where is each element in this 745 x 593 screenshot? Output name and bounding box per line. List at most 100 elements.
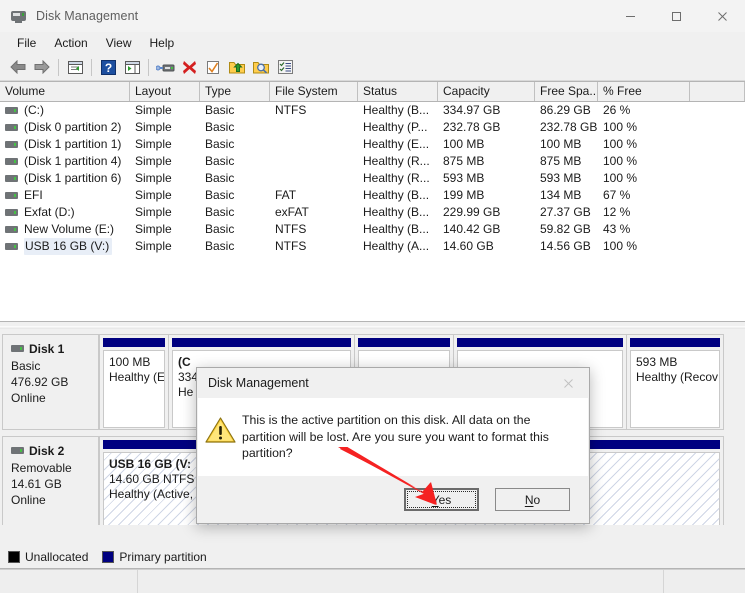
column-header-capacity[interactable]: Capacity	[438, 82, 535, 101]
no-button[interactable]: No	[495, 488, 570, 511]
drive-icon	[5, 140, 18, 149]
partition-detail: 100 MB Healthy (E	[103, 350, 165, 428]
menu-help[interactable]: Help	[141, 34, 184, 52]
new-folder-icon[interactable]	[225, 56, 249, 78]
rescan-disks-icon[interactable]	[153, 56, 177, 78]
dialog-message: This is the active partition on this dis…	[242, 413, 549, 460]
cell-blank	[690, 238, 745, 255]
cell-free: 232.78 GB	[540, 120, 598, 134]
cell-layout: Simple	[135, 188, 172, 202]
menu-view[interactable]: View	[97, 34, 141, 52]
cell-layout: Simple	[135, 154, 172, 168]
column-header-file-system[interactable]: File System	[270, 82, 358, 101]
drive-icon	[5, 225, 18, 234]
table-row[interactable]: (C:) Simple Basic NTFS Healthy (B... 334.97 G…	[0, 102, 745, 119]
table-row[interactable]: (Disk 1 partition 4) Simple Basic Healthy (…	[0, 153, 745, 170]
cell-blank	[690, 102, 745, 119]
back-icon[interactable]	[6, 56, 30, 78]
cell-fs	[270, 136, 358, 153]
svg-text:?: ?	[104, 61, 111, 75]
disk-info-panel[interactable]: Disk 2 Removable 14.61 GB Online	[2, 436, 99, 532]
column-header-layout[interactable]: Layout	[130, 82, 200, 101]
menu-file[interactable]: File	[8, 34, 45, 52]
disk-icon	[11, 447, 24, 455]
status-segment	[137, 570, 664, 593]
maximize-icon[interactable]	[653, 0, 699, 32]
cell-free: 593 MB	[540, 171, 582, 185]
table-row[interactable]: New Volume (E:) Simple Basic NTFS Healthy (B…	[0, 221, 745, 238]
menu-action[interactable]: Action	[45, 34, 96, 52]
cell-type: Basic	[205, 205, 235, 219]
window-controls	[607, 0, 745, 32]
show-hide-console-tree-icon[interactable]	[63, 56, 87, 78]
cell-pct: 12 %	[603, 205, 631, 219]
show-hide-action-pane-icon[interactable]	[120, 56, 144, 78]
cell-layout: Simple	[135, 222, 172, 236]
volume-name: (Disk 0 partition 2)	[24, 120, 122, 134]
list-view-icon[interactable]	[273, 56, 297, 78]
volume-name: (Disk 1 partition 6)	[24, 171, 122, 185]
column-header-free[interactable]: % Free	[598, 82, 690, 101]
cell-blank	[690, 204, 745, 221]
table-row[interactable]: USB 16 GB (V:) Simple Basic NTFS Healthy (A.…	[0, 238, 745, 255]
cell-fs	[270, 119, 358, 136]
cell-pct: 100 %	[603, 137, 638, 151]
toolbar: ?	[0, 54, 745, 81]
legend-swatch	[102, 551, 115, 563]
table-row[interactable]: (Disk 1 partition 1) Simple Basic Healthy (…	[0, 136, 745, 153]
column-header-type[interactable]: Type	[200, 82, 270, 101]
cell-free: 875 MB	[540, 154, 582, 168]
column-header-blank[interactable]	[690, 82, 745, 101]
minimize-icon[interactable]	[607, 0, 653, 32]
status-segment	[0, 570, 138, 593]
column-header-status[interactable]: Status	[358, 82, 438, 101]
partition-status: He	[178, 385, 194, 399]
close-icon[interactable]	[699, 0, 745, 32]
close-icon[interactable]	[547, 368, 589, 398]
table-row[interactable]: (Disk 0 partition 2) Simple Basic Healthy (…	[0, 119, 745, 136]
cell-type: Basic	[205, 171, 235, 185]
dialog-body: This is the active partition on this dis…	[198, 398, 588, 476]
partition-block[interactable]: 100 MB Healthy (E	[99, 334, 169, 430]
partition-detail: 593 MB Healthy (Recov	[630, 350, 720, 428]
table-row[interactable]: (Disk 1 partition 6) Simple Basic Healthy (…	[0, 170, 745, 187]
cell-layout: Simple	[135, 103, 172, 117]
legend-swatch	[8, 551, 20, 563]
cell-status: Healthy (E...	[363, 137, 430, 151]
format-confirmation-dialog: Disk Management This is the active parti…	[196, 367, 590, 524]
title-bar: Disk Management	[0, 0, 745, 32]
cell-capacity: 229.99 GB	[443, 205, 501, 219]
cell-blank	[690, 187, 745, 204]
column-header-volume[interactable]: Volume	[0, 82, 130, 101]
column-header-free-spa[interactable]: Free Spa...	[535, 82, 598, 101]
disk-pane-hscroll[interactable]	[0, 525, 745, 541]
cell-pct: 100 %	[603, 239, 638, 253]
table-row[interactable]: Exfat (D:) Simple Basic exFAT Healthy (B... 2…	[0, 204, 745, 221]
cell-blank	[690, 221, 745, 238]
disk-size: 476.92 GB	[11, 375, 69, 389]
partition-block[interactable]: 593 MB Healthy (Recov	[627, 334, 724, 430]
disk-size: 14.61 GB	[11, 477, 62, 491]
cell-blank	[690, 136, 745, 153]
pane-splitter[interactable]	[0, 321, 745, 335]
focus-ring	[407, 491, 476, 508]
disk-icon	[11, 345, 24, 353]
volume-list-header: Volume Layout Type File System Status Capacit…	[0, 81, 745, 102]
cell-type: Basic	[205, 137, 235, 151]
search-folder-icon[interactable]	[249, 56, 273, 78]
disk-name: Disk 1	[29, 342, 65, 356]
cell-free: 86.29 GB	[540, 103, 591, 117]
partition-status: Healthy (E	[109, 370, 165, 384]
cell-free: 59.82 GB	[540, 222, 591, 236]
delete-icon[interactable]	[177, 56, 201, 78]
forward-icon[interactable]	[30, 56, 54, 78]
yes-button[interactable]: Yes	[404, 488, 479, 511]
disk-state: Online	[11, 391, 46, 405]
toolbar-separator	[91, 58, 92, 76]
disk-info-panel[interactable]: Disk 1 Basic 476.92 GB Online	[2, 334, 99, 430]
cell-capacity: 100 MB	[443, 137, 485, 151]
properties-icon[interactable]	[201, 56, 225, 78]
help-icon[interactable]: ?	[96, 56, 120, 78]
cell-type: Basic	[205, 239, 235, 253]
table-row[interactable]: EFI Simple Basic FAT Healthy (B... 199 MB 134 …	[0, 187, 745, 204]
